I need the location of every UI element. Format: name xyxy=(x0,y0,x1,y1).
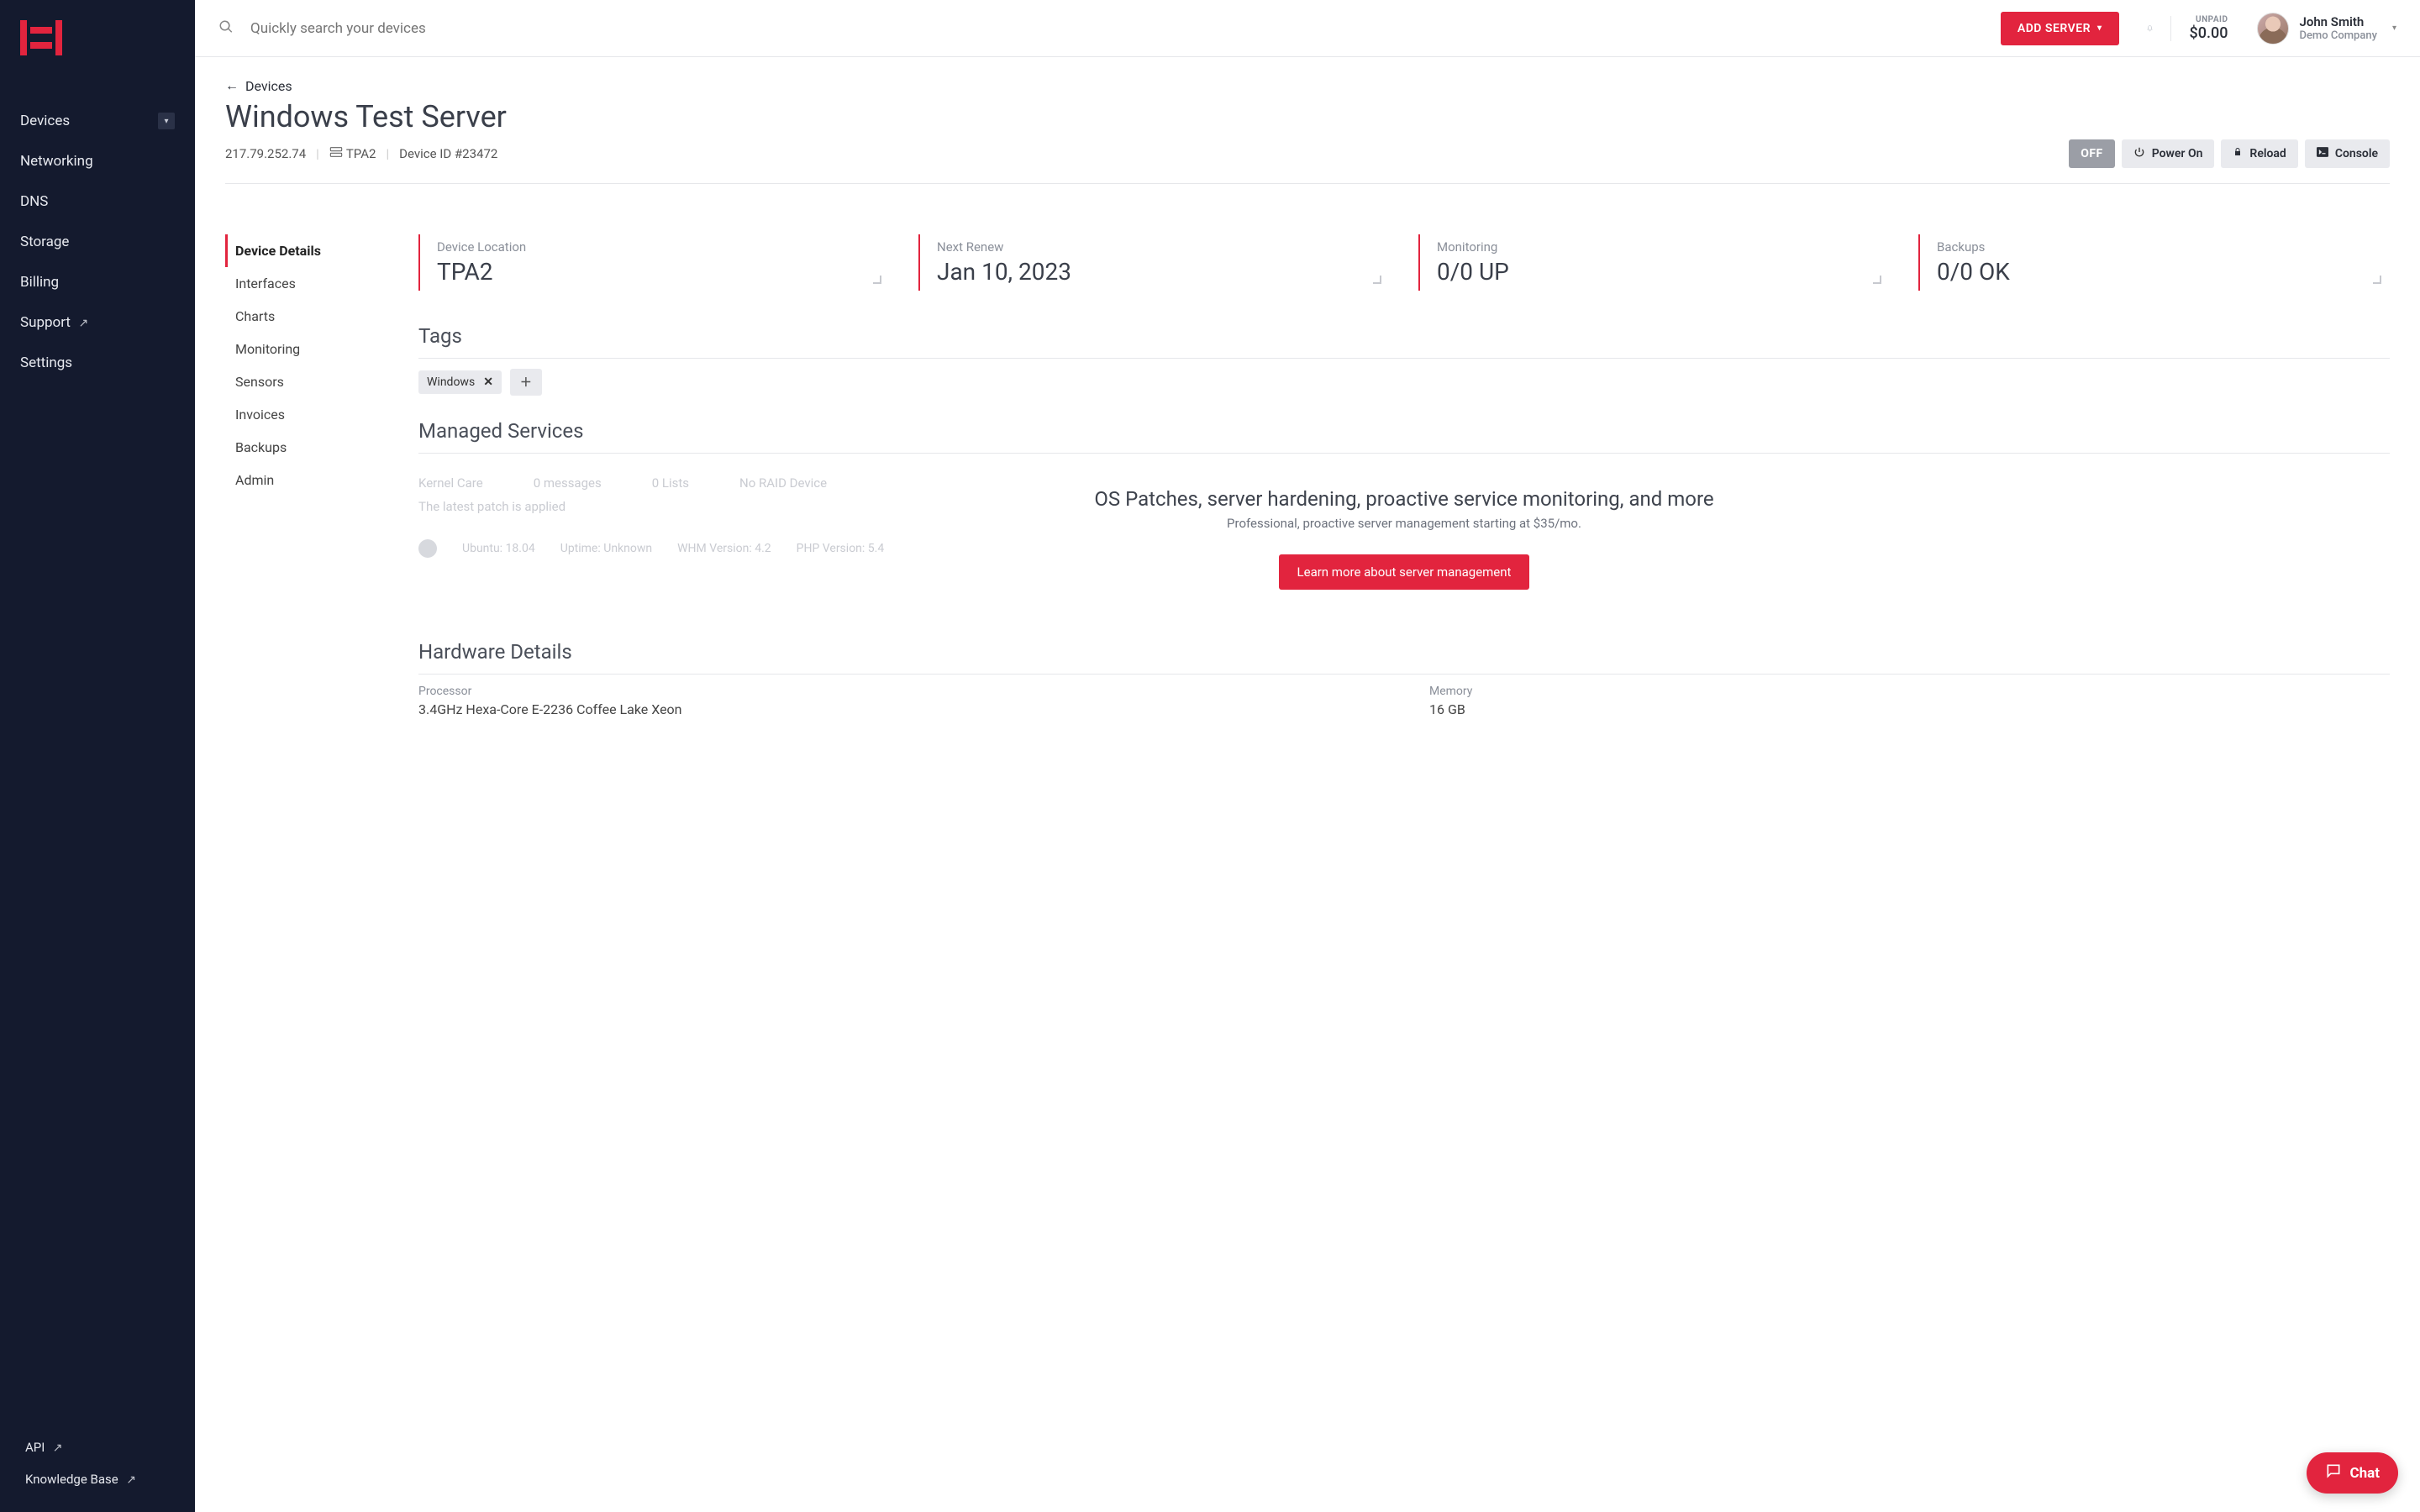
add-tag-button[interactable]: ＋ xyxy=(510,369,542,396)
power-on-button[interactable]: Power On xyxy=(2122,139,2215,168)
hw-processor-value: 3.4GHz Hexa-Core E-2236 Coffee Lake Xeon xyxy=(418,701,1379,717)
power-icon xyxy=(2133,146,2145,161)
lock-icon xyxy=(2233,146,2243,161)
button-label: Power On xyxy=(2152,147,2203,160)
tag-chip[interactable]: Windows ✕ xyxy=(418,370,502,394)
stat-monitoring[interactable]: Monitoring 0/0 UP xyxy=(1418,234,1890,291)
hw-processor-label: Processor xyxy=(418,685,1379,698)
nav-label: Networking xyxy=(20,153,93,170)
subnav-monitoring[interactable]: Monitoring xyxy=(225,333,418,365)
nav-label: Devices xyxy=(20,113,70,129)
subnav-charts[interactable]: Charts xyxy=(225,300,418,333)
device-meta: 217.79.252.74 | TPA2 | Device ID #23472 xyxy=(225,146,497,161)
nav-devices[interactable]: Devices ▾ xyxy=(0,101,195,141)
subnav-interfaces[interactable]: Interfaces xyxy=(225,267,418,300)
button-label: ADD SERVER xyxy=(2018,22,2091,35)
add-server-button[interactable]: ADD SERVER ▾ xyxy=(2001,12,2119,45)
subnav-backups[interactable]: Backups xyxy=(225,431,418,464)
nav-label: API xyxy=(25,1440,45,1455)
stat-backups[interactable]: Backups 0/0 OK xyxy=(1918,234,2390,291)
breadcrumb-back[interactable]: ← Devices xyxy=(225,77,292,94)
primary-nav: Devices ▾ Networking DNS Storage Billing… xyxy=(0,76,195,383)
nav-label: Support xyxy=(20,314,71,331)
managed-services-panel: Kernel Care 0 messages 0 Lists No RAID D… xyxy=(418,470,2390,598)
nav-label: Settings xyxy=(20,354,72,371)
hw-memory-value: 16 GB xyxy=(1429,701,2390,717)
close-icon[interactable]: ✕ xyxy=(483,375,493,389)
chat-widget[interactable]: Chat xyxy=(2307,1452,2399,1494)
brand-logo[interactable] xyxy=(0,0,195,76)
hw-memory-label: Memory xyxy=(1429,685,2390,698)
nav-storage[interactable]: Storage xyxy=(0,222,195,262)
managed-overlay-sub: Professional, proactive server managemen… xyxy=(418,516,2390,531)
notifications-icon[interactable] xyxy=(2146,16,2171,41)
external-link-icon: ↗ xyxy=(124,1473,136,1487)
page-title: Windows Test Server xyxy=(225,99,2390,134)
server-icon xyxy=(329,146,343,161)
nav-label: Billing xyxy=(20,274,59,291)
chevron-down-icon: ▾ xyxy=(2097,24,2102,33)
device-subnav: Device Details Interfaces Charts Monitor… xyxy=(225,234,418,751)
terminal-icon xyxy=(2317,147,2328,160)
search-input[interactable] xyxy=(249,19,1986,38)
chat-label: Chat xyxy=(2350,1465,2381,1482)
sidebar-footer: API ↗ Knowledge Base ↗ xyxy=(0,1431,195,1512)
search-icon xyxy=(218,19,234,38)
expand-icon xyxy=(2373,276,2381,284)
learn-more-button[interactable]: Learn more about server management xyxy=(1279,554,1530,590)
unpaid-balance[interactable]: UNPAID $0.00 xyxy=(2190,15,2233,42)
nav-label: Knowledge Base xyxy=(25,1472,118,1487)
device-ip: 217.79.252.74 xyxy=(225,146,306,161)
nav-knowledge-base[interactable]: Knowledge Base ↗ xyxy=(0,1463,195,1495)
user-name: John Smith xyxy=(2299,14,2377,29)
section-managed-heading: Managed Services xyxy=(418,419,2390,454)
nav-billing[interactable]: Billing xyxy=(0,262,195,302)
external-link-icon: ↗ xyxy=(76,317,88,330)
breadcrumb-label: Devices xyxy=(245,78,292,94)
expand-icon xyxy=(873,276,881,284)
console-button[interactable]: Console xyxy=(2305,139,2390,168)
hardware-details: Processor 3.4GHz Hexa-Core E-2236 Coffee… xyxy=(418,685,2390,717)
nav-label: Storage xyxy=(20,234,69,250)
device-actions: OFF Power On Reload Console xyxy=(2069,139,2390,168)
stat-cards: Device Location TPA2 Next Renew Jan 10, … xyxy=(418,234,2390,291)
section-hardware-heading: Hardware Details xyxy=(418,640,2390,675)
nav-api[interactable]: API ↗ xyxy=(0,1431,195,1463)
stat-device-location[interactable]: Device Location TPA2 xyxy=(418,234,890,291)
nav-support[interactable]: Support ↗ xyxy=(0,302,195,343)
unpaid-label: UNPAID xyxy=(2190,15,2228,24)
stat-next-renew[interactable]: Next Renew Jan 10, 2023 xyxy=(918,234,1390,291)
tags-row: Windows ✕ ＋ xyxy=(418,369,2390,396)
arrow-left-icon: ← xyxy=(225,77,239,94)
power-state-badge[interactable]: OFF xyxy=(2069,139,2115,168)
managed-overlay-title: OS Patches, server hardening, proactive … xyxy=(418,487,2390,511)
device-id: Device ID #23472 xyxy=(399,146,497,161)
subnav-sensors[interactable]: Sensors xyxy=(225,365,418,398)
button-label: Console xyxy=(2335,147,2378,160)
avatar xyxy=(2257,13,2289,45)
section-tags-heading: Tags xyxy=(418,324,2390,359)
tag-label: Windows xyxy=(427,375,475,389)
user-company: Demo Company xyxy=(2299,29,2377,43)
chat-icon xyxy=(2325,1462,2342,1483)
subnav-device-details[interactable]: Device Details xyxy=(225,234,418,267)
subnav-admin[interactable]: Admin xyxy=(225,464,418,496)
topbar: ADD SERVER ▾ UNPAID $0.00 John Smith Dem… xyxy=(195,0,2420,57)
button-label: Reload xyxy=(2249,147,2286,160)
nav-settings[interactable]: Settings xyxy=(0,343,195,383)
chevron-down-icon[interactable]: ▾ xyxy=(158,113,175,129)
nav-networking[interactable]: Networking xyxy=(0,141,195,181)
unpaid-value: $0.00 xyxy=(2190,24,2228,42)
expand-icon xyxy=(1373,276,1381,284)
user-menu[interactable]: John Smith Demo Company ▾ xyxy=(2257,13,2396,45)
nav-label: DNS xyxy=(20,193,48,210)
device-location: TPA2 xyxy=(346,146,376,161)
subnav-invoices[interactable]: Invoices xyxy=(225,398,418,431)
chevron-down-icon: ▾ xyxy=(2392,24,2396,33)
expand-icon xyxy=(1873,276,1881,284)
reload-button[interactable]: Reload xyxy=(2221,139,2297,168)
external-link-icon: ↗ xyxy=(50,1441,62,1455)
nav-dns[interactable]: DNS xyxy=(0,181,195,222)
sidebar: Devices ▾ Networking DNS Storage Billing… xyxy=(0,0,195,1512)
